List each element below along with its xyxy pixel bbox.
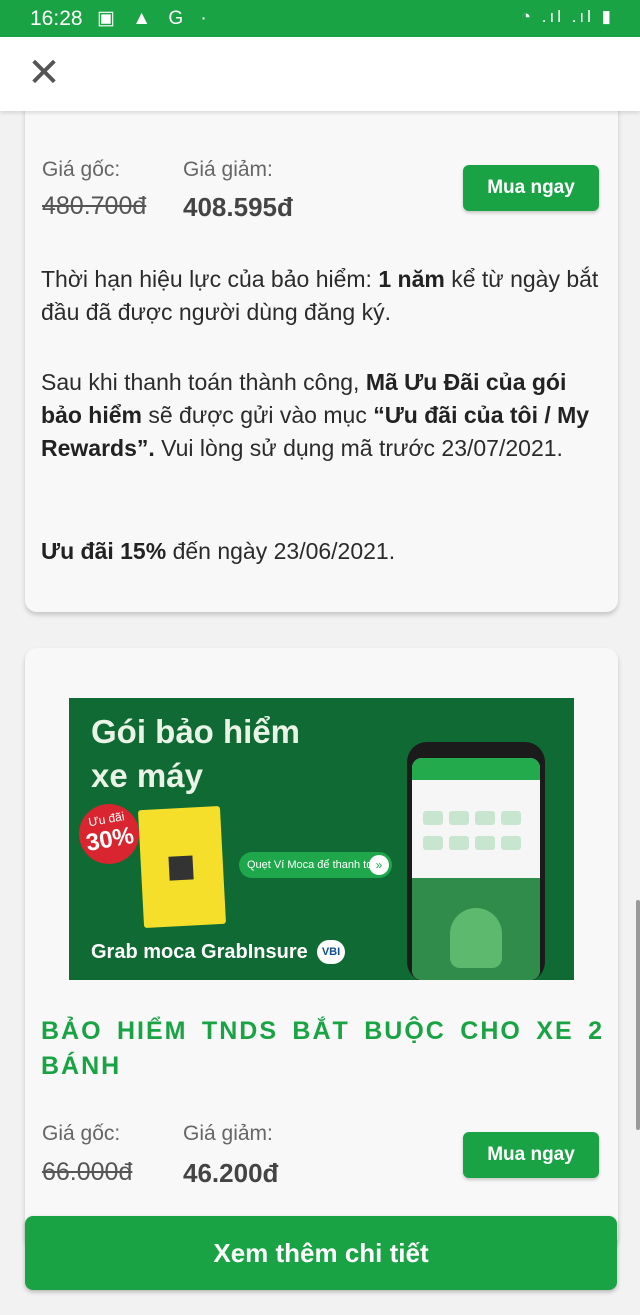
notification-icons: ▣ ▲ G · <box>97 8 213 29</box>
see-more-details-button[interactable]: Xem thêm chi tiết <box>25 1216 617 1290</box>
discount-deadline-text: Ưu đãi 15% đến ngày 23/06/2021. <box>41 538 396 564</box>
buy-now-button[interactable]: Mua ngay <box>463 1132 599 1178</box>
discount-price: 408.595đ <box>183 192 293 222</box>
reward-code-text: Sau khi thanh toán thành công, Mã Ưu Đãi… <box>41 369 590 461</box>
discount-price-label: Giá giảm: <box>183 1122 273 1145</box>
vbi-logo: VBI <box>317 940 345 964</box>
original-price-label: Giá gốc: <box>42 158 121 181</box>
discount-price-label: Giá giảm: <box>183 158 273 181</box>
qr-code-icon <box>168 855 194 881</box>
original-price: 66.000đ <box>42 1158 133 1186</box>
original-price-label: Giá gốc: <box>42 1122 121 1145</box>
promo-banner-image: Gói bảo hiểm xe máy Ưu đãi 30% Quẹt Ví Mo… <box>69 698 574 980</box>
shield-icon <box>450 908 502 968</box>
close-icon[interactable]: ✕ <box>24 51 64 95</box>
signal-battery-icons: ◔ .ıl .ıl ▮ <box>520 7 614 26</box>
phone-mockup-icon <box>407 742 545 980</box>
validity-text: Thời hạn hiệu lực của bảo hiểm: 1 năm kể… <box>41 266 599 325</box>
original-price: 480.700đ <box>42 192 147 220</box>
scrollbar[interactable] <box>636 900 640 1130</box>
arrow-icon: » <box>369 855 389 875</box>
banner-title: Gói bảo hiểm xe máy <box>91 713 301 794</box>
status-bar: 16:28 ▣ ▲ G · ◔ .ıl .ıl ▮ <box>0 0 640 37</box>
moca-pay-pill: Quẹt Ví Moca để thanh toán» <box>239 852 392 878</box>
brand-logos: Grab moca GrabInsure <box>91 941 308 963</box>
discount-badge: Ưu đãi 30% <box>74 799 144 869</box>
insurance-card-1: Giá gốc: Giá giảm: 480.700đ 408.595đ Mua… <box>25 80 618 612</box>
buy-now-button[interactable]: Mua ngay <box>463 165 599 211</box>
status-time: 16:28 <box>30 7 83 30</box>
insurance-card-2: Gói bảo hiểm xe máy Ưu đãi 30% Quẹt Ví Mo… <box>25 648 618 1248</box>
top-bar: ✕ <box>0 37 640 111</box>
product-title: BẢO HIỂM TNDS BẮT BUỘC CHO XE 2 BÁNH <box>41 1017 604 1080</box>
insurance-certificate-icon <box>137 805 227 929</box>
discount-price: 46.200đ <box>183 1158 279 1188</box>
